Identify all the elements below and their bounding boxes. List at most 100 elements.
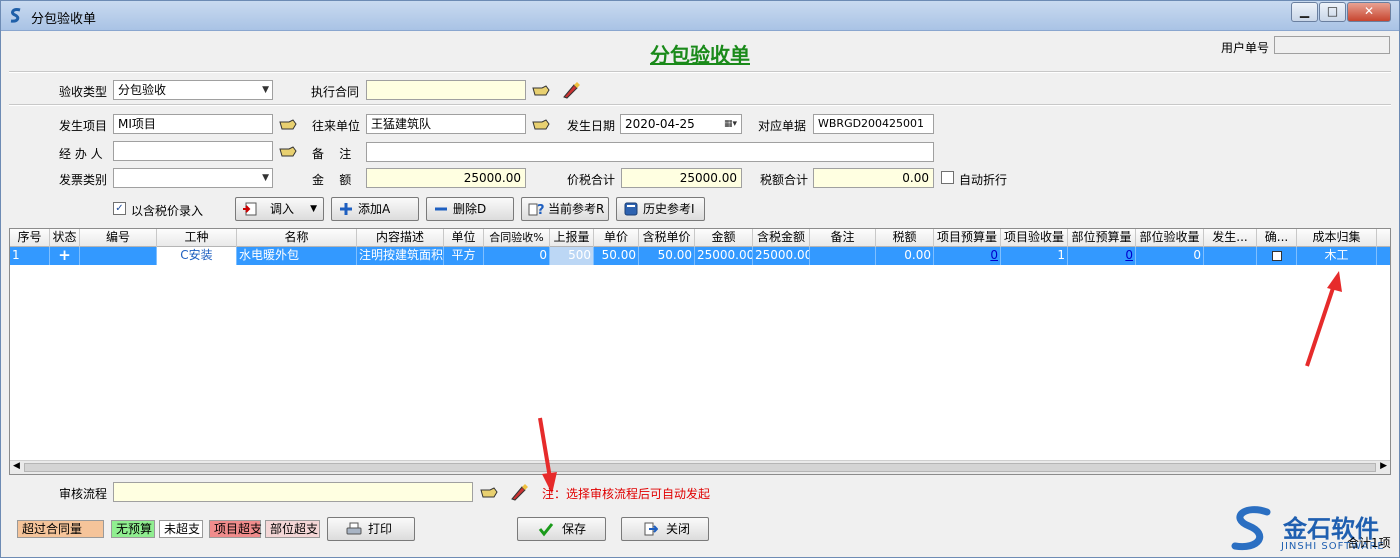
cell-reported[interactable]: 500 <box>550 247 594 265</box>
delete-button[interactable]: 删除D <box>426 197 514 221</box>
flow-hint: 注：选择审核流程后可自动发起 <box>542 487 711 501</box>
cell-remark[interactable] <box>810 247 876 265</box>
cell-unit[interactable]: 平方 <box>444 247 484 265</box>
cell-proj-budget[interactable]: 0 <box>934 247 1001 265</box>
confirm-checkbox[interactable] <box>1271 251 1282 261</box>
cell-part-budget[interactable]: 0 <box>1068 247 1136 265</box>
acceptance-type-label: 验收类型 <box>59 85 108 99</box>
column-header[interactable]: 项目验收量 <box>1001 229 1068 247</box>
remark-field[interactable] <box>366 142 934 162</box>
column-header[interactable]: 税额 <box>876 229 934 247</box>
chevron-down-icon: ▼ <box>262 173 269 183</box>
cell-work-type[interactable]: C安装 <box>157 247 237 265</box>
cell-part-accept[interactable]: 0 <box>1136 247 1204 265</box>
column-header[interactable]: 确... <box>1257 229 1297 247</box>
flow-field[interactable] <box>113 482 473 502</box>
print-button[interactable]: 打印 <box>327 517 415 541</box>
close-window-button[interactable]: ✕ <box>1347 2 1391 22</box>
column-header[interactable]: 名称 <box>237 229 357 247</box>
cell-seq[interactable]: 1 <box>10 247 50 265</box>
cell-name[interactable]: 水电暖外包 <box>237 247 357 265</box>
project-field[interactable]: MI项目 <box>113 114 273 134</box>
column-header[interactable]: 成本归集 <box>1297 229 1377 247</box>
cell-tax-price[interactable]: 50.00 <box>639 247 695 265</box>
scroll-left-icon[interactable]: ◀ <box>13 461 20 471</box>
table-row[interactable]: 1 + C安装 水电暖外包 注明按建筑面积 平方 0 500 50.00 50.… <box>10 247 1390 265</box>
user-doc-label: 用户单号 <box>1221 41 1270 55</box>
cell-proj-accept[interactable]: 1 <box>1001 247 1068 265</box>
column-header[interactable]: 状态 <box>50 229 80 247</box>
book-icon <box>624 202 638 216</box>
column-header[interactable]: 项目预算量 <box>934 229 1001 247</box>
cell-desc[interactable]: 注明按建筑面积 <box>357 247 444 265</box>
add-button[interactable]: 添加A <box>331 197 419 221</box>
cell-tax-amount[interactable]: 25000.00 <box>753 247 810 265</box>
column-header[interactable]: 编号 <box>80 229 157 247</box>
pointing-hand-icon[interactable] <box>480 486 498 500</box>
plus-icon[interactable]: + <box>50 247 80 265</box>
column-header[interactable]: 单位 <box>444 229 484 247</box>
cell-occur[interactable] <box>1204 247 1257 265</box>
minimize-button[interactable]: ▁ <box>1291 2 1318 22</box>
auto-discount-checkbox[interactable] <box>941 171 954 184</box>
column-header[interactable]: 合同验收% <box>484 229 550 247</box>
save-button[interactable]: 保存 <box>517 517 606 541</box>
current-ref-button[interactable]: ? 当前参考R <box>521 197 609 221</box>
column-header[interactable]: 内容描述 <box>357 229 444 247</box>
column-header[interactable]: 工种 <box>157 229 237 247</box>
pointing-hand-icon[interactable] <box>279 118 297 132</box>
cell-amount[interactable]: 25000.00 <box>695 247 753 265</box>
column-header[interactable]: 发生... <box>1204 229 1257 247</box>
cell-code[interactable] <box>80 247 157 265</box>
history-ref-button[interactable]: 历史参考I <box>616 197 705 221</box>
calendar-icon[interactable]: ▦▾ <box>724 115 737 133</box>
invoice-select[interactable]: ▼ <box>113 168 273 188</box>
pen-icon[interactable] <box>561 81 581 99</box>
cell-tax[interactable]: 0.00 <box>876 247 934 265</box>
pointing-hand-icon[interactable] <box>532 84 550 98</box>
printer-icon <box>346 522 362 535</box>
column-header[interactable]: 备注 <box>810 229 876 247</box>
date-picker[interactable]: 2020-04-25 ▦▾ <box>620 114 742 134</box>
partner-field[interactable]: 王猛建筑队 <box>366 114 526 134</box>
close-button[interactable]: 关闭 <box>621 517 709 541</box>
import-button[interactable]: 调入 ▼ <box>235 197 324 221</box>
cell-contract-pct[interactable]: 0 <box>484 247 550 265</box>
column-header[interactable]: 上报量 <box>550 229 594 247</box>
amount-field[interactable]: 25000.00 <box>366 168 526 188</box>
tax-incl-checkbox[interactable]: ✓ <box>113 202 126 215</box>
annotation-arrow <box>538 417 557 494</box>
column-header[interactable]: 序号 <box>10 229 50 247</box>
import-label: 调入 <box>270 202 295 216</box>
auto-discount-label: 自动折行 <box>959 173 1008 187</box>
check-icon <box>538 523 554 537</box>
pointing-hand-icon[interactable] <box>279 145 297 159</box>
column-header[interactable]: 部位验收量 <box>1136 229 1204 247</box>
cell-price[interactable]: 50.00 <box>594 247 639 265</box>
contract-field[interactable] <box>366 80 526 100</box>
minus-icon <box>435 207 447 211</box>
scroll-right-icon[interactable]: ▶ <box>1380 461 1387 471</box>
pointing-hand-icon[interactable] <box>532 118 550 132</box>
column-header[interactable]: 单价 <box>594 229 639 247</box>
doc-field[interactable]: WBRGD200425001 <box>813 114 934 134</box>
tax-total-label: 价税合计 <box>567 173 616 187</box>
acceptance-type-select[interactable]: 分包验收 ▼ <box>113 80 273 100</box>
scroll-thumb[interactable] <box>24 463 1376 472</box>
tax-sum-field[interactable]: 0.00 <box>813 168 934 188</box>
maximize-button[interactable]: □ <box>1319 2 1346 22</box>
tax-sum-label: 税额合计 <box>760 173 809 187</box>
handler-field[interactable] <box>113 141 273 161</box>
horizontal-scrollbar[interactable]: ◀ ▶ <box>10 460 1390 474</box>
project-label: 发生项目 <box>59 119 108 133</box>
user-doc-field[interactable] <box>1274 36 1390 54</box>
cell-confirm[interactable] <box>1257 247 1297 265</box>
column-header[interactable]: 含税金额 <box>753 229 810 247</box>
column-header[interactable]: 部位预算量 <box>1068 229 1136 247</box>
column-header[interactable]: 含税单价 <box>639 229 695 247</box>
legend-part-over: 部位超支 <box>265 520 320 538</box>
pen-icon[interactable] <box>509 483 529 501</box>
tax-total-field[interactable]: 25000.00 <box>621 168 742 188</box>
cell-cost[interactable]: 木工 <box>1297 247 1377 265</box>
column-header[interactable]: 金额 <box>695 229 753 247</box>
